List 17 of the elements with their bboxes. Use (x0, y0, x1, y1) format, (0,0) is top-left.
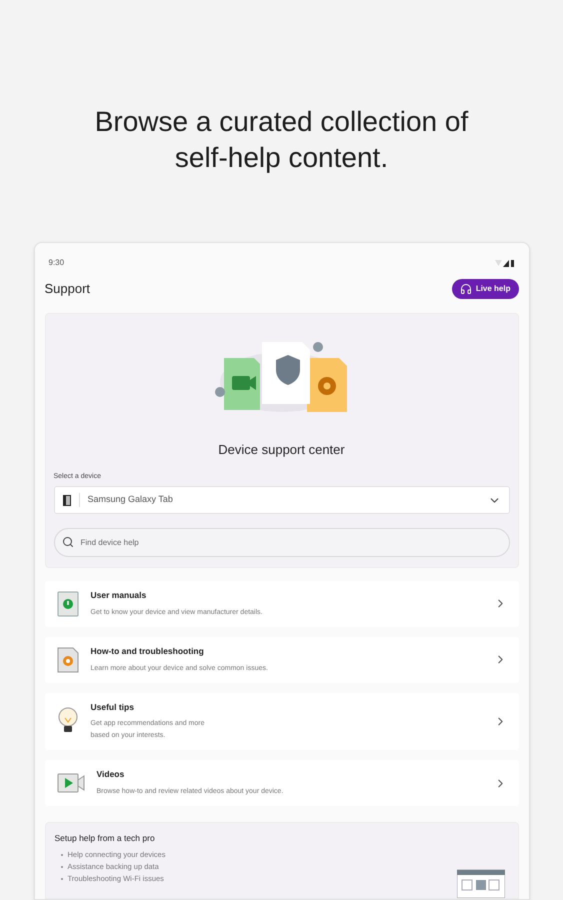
headline: Browse a curated collection of self-help content. (94, 105, 470, 175)
headset-icon (460, 283, 472, 295)
device-dropdown[interactable]: Samsung Galaxy Tab (54, 486, 510, 514)
tablet-icon (62, 494, 70, 506)
live-help-button[interactable]: Live help (452, 279, 518, 299)
item-title: How-to and troubleshooting (90, 644, 205, 658)
search-icon (62, 536, 74, 548)
item-title: Useful tips (90, 700, 135, 714)
search-field[interactable]: Find device help (54, 528, 510, 557)
status-icons (494, 259, 514, 267)
section-title: Device support center (217, 441, 346, 459)
item-title: Videos (96, 768, 126, 781)
video-icon (56, 772, 84, 794)
item-title: User manuals (90, 589, 148, 602)
panel-title: Setup help from a tech pro (54, 832, 156, 845)
app-title: Support (44, 280, 90, 298)
status-time: 9:30 (48, 257, 64, 269)
